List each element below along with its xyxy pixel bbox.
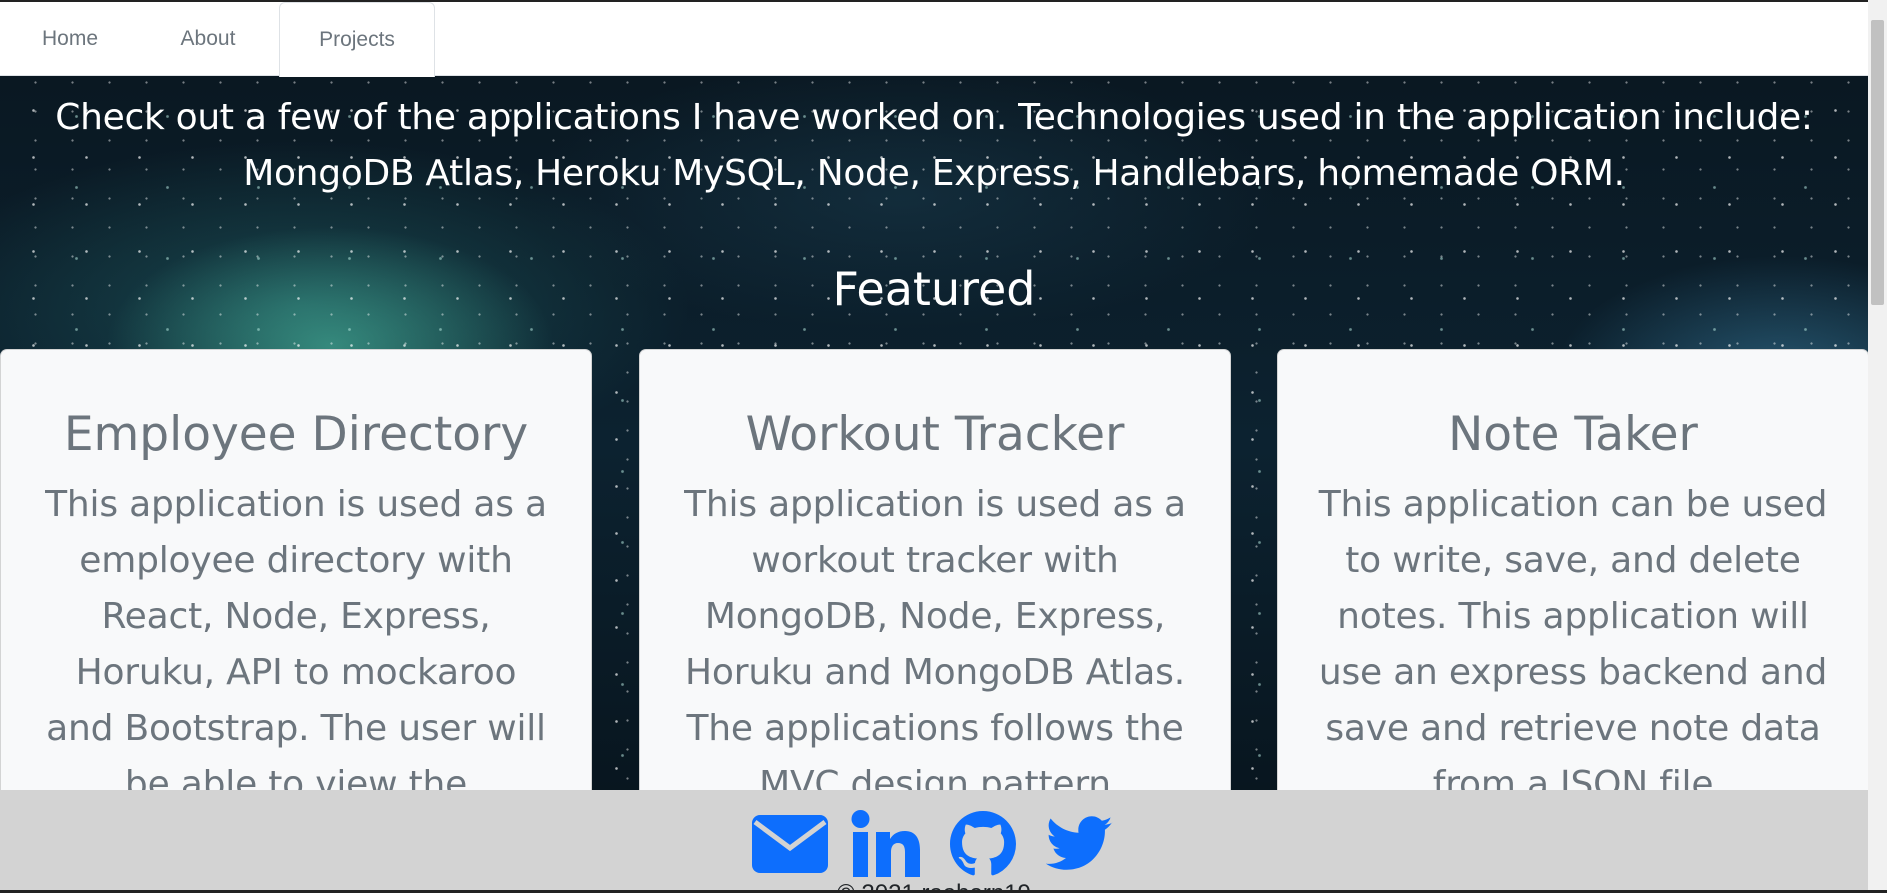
project-card-employee-directory[interactable]: Employee Directory This application is u… [0, 349, 592, 809]
envelope-icon[interactable] [750, 808, 830, 880]
nav-about-link[interactable]: About [158, 2, 258, 76]
navbar: Home About Projects [0, 2, 1868, 77]
card-description: This application is used as a employee d… [45, 484, 547, 805]
intro-text: Check out a few of the applications I ha… [50, 90, 1818, 202]
card-description: This application can be used to write, s… [1318, 484, 1828, 805]
card-title: Note Taker [1448, 407, 1698, 462]
github-icon[interactable] [948, 808, 1018, 880]
project-card-workout-tracker[interactable]: Workout Tracker This application is used… [639, 349, 1231, 809]
featured-heading: Featured [832, 262, 1036, 316]
intro-line-1: Check out a few of the applications I ha… [55, 97, 1813, 138]
footer: © 2021 raabern19 [0, 790, 1868, 893]
card-description: This application is used as a workout tr… [684, 484, 1186, 805]
twitter-icon[interactable] [1044, 808, 1116, 880]
intro-line-2: MongoDB Atlas, Heroku MySQL, Node, Expre… [243, 153, 1625, 194]
nav-projects-tab[interactable]: Projects [279, 2, 435, 77]
scrollbar-thumb[interactable] [1871, 20, 1884, 305]
nav-home-link[interactable]: Home [20, 2, 120, 76]
vertical-scrollbar[interactable] [1868, 0, 1887, 893]
linkedin-icon[interactable] [848, 808, 924, 880]
project-card-note-taker[interactable]: Note Taker This application can be used … [1277, 349, 1869, 809]
window-top-border [0, 0, 1887, 2]
card-title: Workout Tracker [745, 407, 1125, 462]
card-title: Employee Directory [63, 407, 529, 462]
